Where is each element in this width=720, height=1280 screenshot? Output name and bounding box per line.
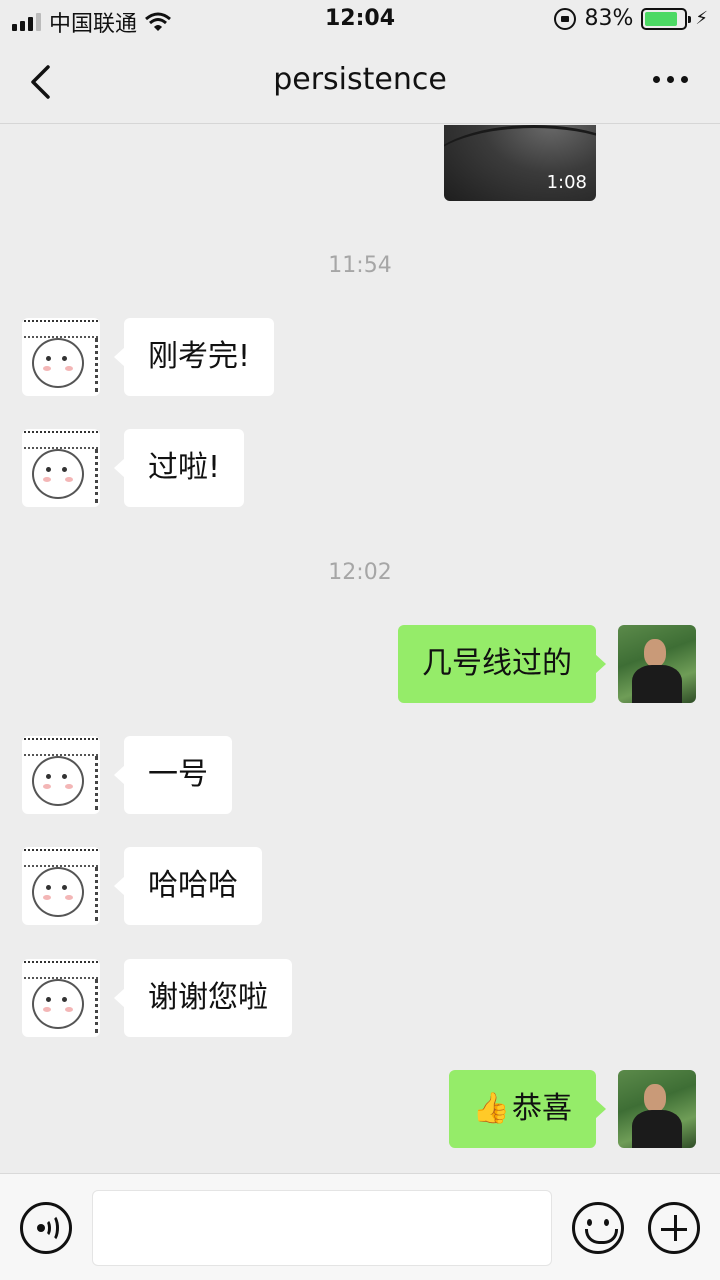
charging-bolt-icon: ⚡	[695, 8, 708, 29]
message-input[interactable]	[92, 1190, 552, 1266]
chat-title: persistence	[273, 62, 447, 97]
chat-area[interactable]: 1:08 11:54 刚考完! 过啦! 12:02 几号线过的 一号 哈哈哈 谢…	[0, 125, 720, 1173]
timestamp: 11:54	[328, 253, 392, 278]
input-bar	[0, 1173, 720, 1280]
message-bubble[interactable]: 谢谢您啦	[114, 959, 292, 1037]
video-message[interactable]: 1:08	[444, 125, 596, 201]
status-bar: 中国联通 12:04 83% ⚡	[0, 0, 720, 40]
plus-icon[interactable]	[648, 1202, 700, 1254]
rotation-lock-icon	[554, 7, 577, 30]
message-bubble[interactable]: 👍恭喜	[448, 1070, 607, 1148]
avatar[interactable]	[22, 736, 100, 814]
battery-icon	[641, 7, 692, 30]
avatar[interactable]	[22, 429, 100, 507]
avatar[interactable]	[22, 318, 100, 396]
battery-percent: 83%	[584, 6, 634, 31]
thumbs-up-icon: 👍	[472, 1091, 510, 1126]
avatar[interactable]	[22, 959, 100, 1037]
video-duration: 1:08	[546, 172, 587, 193]
avatar[interactable]	[22, 847, 100, 925]
message-bubble[interactable]: 几号线过的	[398, 625, 606, 703]
avatar[interactable]	[618, 625, 696, 703]
more-dots-icon[interactable]	[653, 76, 688, 83]
message-bubble[interactable]: 哈哈哈	[114, 847, 262, 925]
message-text: 恭喜	[512, 1091, 572, 1126]
message-bubble[interactable]: 刚考完!	[113, 318, 275, 396]
message-bubble[interactable]: 一号	[114, 736, 232, 814]
voice-icon[interactable]	[20, 1202, 72, 1254]
emoji-icon[interactable]	[572, 1202, 624, 1254]
message-bubble[interactable]: 过啦!	[113, 429, 245, 507]
nav-bar: persistence	[0, 40, 720, 124]
timestamp: 12:02	[328, 560, 392, 585]
avatar[interactable]	[618, 1070, 696, 1148]
